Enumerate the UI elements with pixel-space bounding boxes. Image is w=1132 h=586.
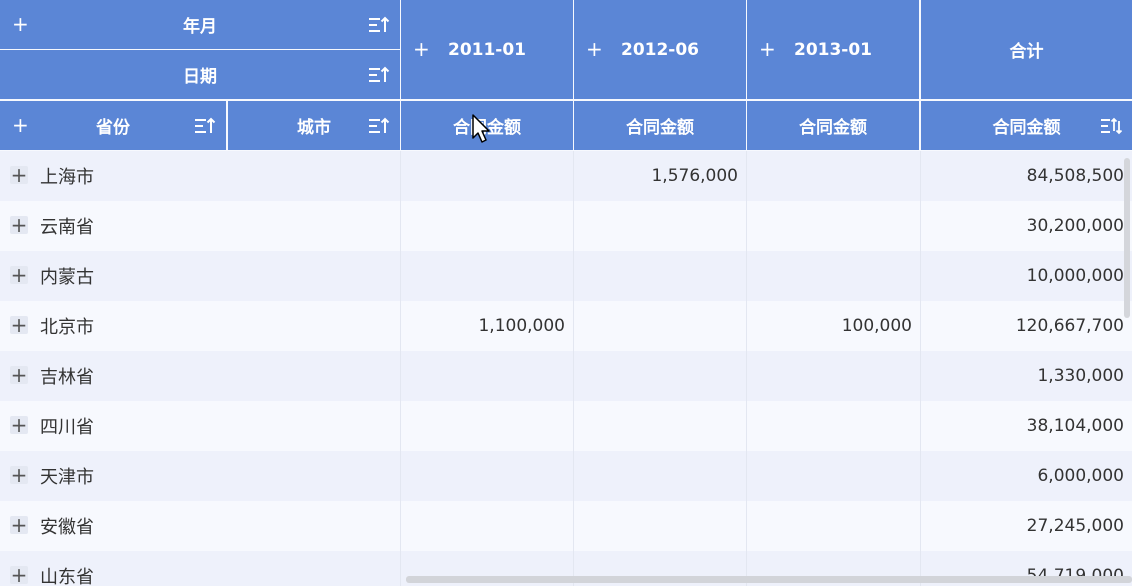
- value-cell-total: 84,508,500: [1026, 166, 1124, 186]
- expand-row-plus-icon[interactable]: +: [10, 565, 28, 585]
- table-row[interactable]: + 云南省 30,200,000: [0, 201, 1132, 251]
- header-field-province-label: 省份: [96, 118, 130, 138]
- value-cell-v2011: [401, 501, 573, 551]
- expand-row-plus-icon[interactable]: +: [10, 315, 28, 335]
- measure-header-total[interactable]: 合同金额: [921, 101, 1132, 150]
- value-cell-v2013: [747, 501, 920, 551]
- value-cell-v2013: [747, 451, 920, 501]
- header-dim-date-label: 日期: [183, 67, 217, 87]
- mouse-pointer-icon: [472, 114, 490, 143]
- header-dim-yearmonth-label: 年月: [183, 17, 217, 37]
- value-cell-v2011: [401, 251, 573, 301]
- value-cell-v2013: [747, 401, 920, 451]
- sort-city-icon[interactable]: [368, 117, 390, 135]
- value-cell-total: 27,245,000: [1026, 516, 1124, 536]
- value-cell-v2012: [574, 451, 746, 501]
- horizontal-scrollbar[interactable]: [406, 576, 1132, 583]
- table-row[interactable]: + 上海市 1,576,000 84,508,500: [0, 151, 1132, 201]
- header-field-province[interactable]: + 省份: [0, 101, 226, 150]
- table-row[interactable]: + 内蒙古 10,000,000: [0, 251, 1132, 301]
- province-name: 四川省: [40, 417, 94, 438]
- column-divider: [920, 151, 921, 586]
- province-name: 安徽省: [40, 517, 94, 538]
- table-row[interactable]: + 天津市 6,000,000: [0, 451, 1132, 501]
- header-dim-date[interactable]: 日期: [0, 50, 400, 99]
- value-cell-total: 38,104,000: [1026, 416, 1124, 436]
- province-name: 吉林省: [40, 367, 94, 388]
- province-name: 天津市: [40, 467, 94, 488]
- header-dim-yearmonth[interactable]: + 年月: [0, 0, 400, 49]
- table-row[interactable]: + 北京市 1,100,000 100,000 120,667,700: [0, 301, 1132, 351]
- col-header-2011-01-label: 2011-01: [447, 39, 527, 60]
- province-name: 上海市: [40, 167, 94, 188]
- value-cell-v2012: [574, 201, 746, 251]
- sort-date-icon[interactable]: [368, 66, 390, 84]
- expand-row-plus-icon[interactable]: +: [10, 165, 28, 185]
- value-cell-total: 120,667,700: [1015, 316, 1124, 336]
- col-header-2013-01-label: 2013-01: [793, 39, 873, 60]
- header-field-city-label: 城市: [297, 118, 331, 138]
- value-cell-total: 1,330,000: [1037, 366, 1124, 386]
- col-header-total[interactable]: 合计: [921, 0, 1132, 99]
- pivot-table: + 年月 日期 + 省份 城市 + 2011-01 + 2012-06 + 20…: [0, 0, 1132, 586]
- value-cell-v2011: [401, 451, 573, 501]
- column-divider: [573, 151, 574, 586]
- measure-label: 合同金额: [626, 118, 694, 138]
- col-header-2012-06[interactable]: + 2012-06: [574, 0, 746, 99]
- measure-header-2012-06[interactable]: 合同金额: [574, 101, 746, 150]
- province-name: 内蒙古: [40, 267, 94, 288]
- col-header-2012-06-label: 2012-06: [620, 39, 700, 60]
- table-row[interactable]: + 吉林省 1,330,000: [0, 351, 1132, 401]
- value-cell-v2011: [401, 401, 573, 451]
- column-divider: [746, 151, 747, 586]
- value-cell-v2011: [401, 201, 573, 251]
- value-cell-v2012: [574, 501, 746, 551]
- value-cell-v2013: [747, 251, 920, 301]
- value-cell-v2011: 1,100,000: [478, 316, 565, 336]
- value-cell-v2011: [401, 351, 573, 401]
- measure-header-2013-01[interactable]: 合同金额: [747, 101, 919, 150]
- table-row[interactable]: + 安徽省 27,245,000: [0, 501, 1132, 551]
- value-cell-total: 30,200,000: [1026, 216, 1124, 236]
- value-cell-total: 10,000,000: [1026, 266, 1124, 286]
- value-cell-v2012: [574, 251, 746, 301]
- expand-row-plus-icon[interactable]: +: [10, 265, 28, 285]
- value-cell-v2013: [747, 151, 920, 201]
- province-name: 云南省: [40, 217, 94, 238]
- measure-label: 合同金额: [992, 118, 1061, 138]
- province-name: 北京市: [40, 317, 94, 338]
- value-cell-total: 6,000,000: [1037, 466, 1124, 486]
- sort-measure-icon[interactable]: [1100, 117, 1122, 135]
- sort-yearmonth-icon[interactable]: [368, 16, 390, 34]
- value-cell-v2012: [574, 351, 746, 401]
- expand-row-plus-icon[interactable]: +: [10, 415, 28, 435]
- measure-label: 合同金额: [799, 118, 867, 138]
- value-cell-v2012: [574, 401, 746, 451]
- expand-row-plus-icon[interactable]: +: [10, 215, 28, 235]
- value-cell-v2013: 100,000: [841, 316, 912, 336]
- expand-row-plus-icon[interactable]: +: [10, 465, 28, 485]
- value-cell-v2012: [574, 301, 746, 351]
- col-header-2013-01[interactable]: + 2013-01: [747, 0, 919, 99]
- sort-province-icon[interactable]: [194, 117, 216, 135]
- value-cell-v2011: [401, 151, 573, 201]
- col-header-2011-01[interactable]: + 2011-01: [401, 0, 573, 99]
- value-cell-v2012: 1,576,000: [651, 166, 738, 186]
- value-cell-v2013: [747, 351, 920, 401]
- expand-row-plus-icon[interactable]: +: [10, 515, 28, 535]
- vertical-scrollbar[interactable]: [1124, 158, 1130, 318]
- expand-row-plus-icon[interactable]: +: [10, 365, 28, 385]
- column-divider: [400, 151, 401, 586]
- col-header-total-label: 合计: [1009, 42, 1044, 62]
- table-row[interactable]: + 四川省 38,104,000: [0, 401, 1132, 451]
- header-field-city[interactable]: 城市: [228, 101, 400, 150]
- province-name: 山东省: [40, 567, 94, 586]
- value-cell-v2013: [747, 201, 920, 251]
